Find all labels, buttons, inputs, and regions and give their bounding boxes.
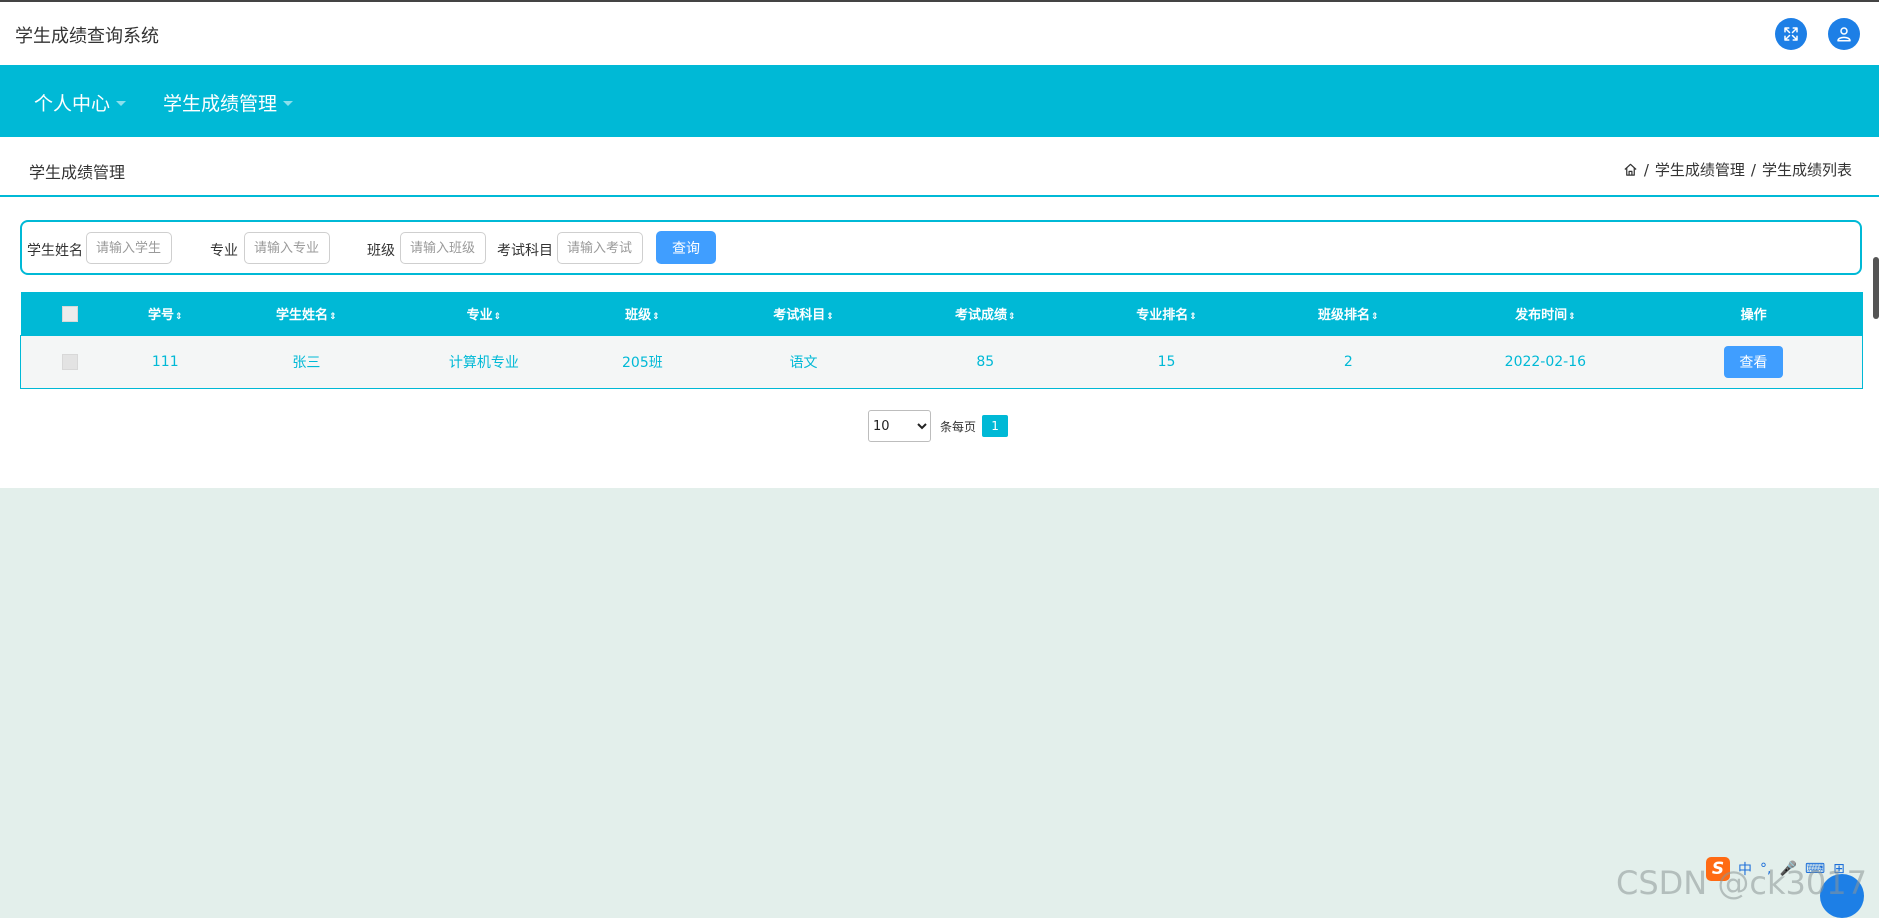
nav-item-score-management[interactable]: 学生成绩管理 [163,89,294,116]
sort-icon[interactable]: ⇕ [494,312,502,322]
table-row: 111 张三 计算机专业 205班 语文 85 15 2 2022-02-16 … [19,335,1863,389]
page-head: 学生成绩管理 / 学生成绩管理 / 学生成绩列表 [0,137,1879,197]
nav-item-label: 个人中心 [34,93,111,115]
column-header[interactable]: 专业排名⇕ [1082,292,1251,336]
view-button[interactable]: 查看 [1723,346,1783,378]
column-header[interactable]: 学号⇕ [119,292,211,336]
student-name-label: 学生姓名 [27,243,83,259]
row-select-cell [19,335,120,389]
main-navbar: 个人中心 学生成绩管理 [0,65,1879,137]
sort-icon[interactable]: ⇕ [1008,312,1016,322]
search-form: 学生姓名 专业 班级 考试科目 查询 [20,220,1862,275]
app-title: 学生成绩查询系统 [15,26,159,47]
column-header[interactable]: 班级⇕ [565,292,719,336]
breadcrumb-item-score-management[interactable]: 学生成绩管理 [1655,159,1745,180]
nav-item-label: 学生成绩管理 [163,93,278,115]
class-label: 班级 [367,243,395,259]
caret-down-icon [283,101,294,106]
cell-major: 计算机专业 [401,335,566,389]
cell-actions: 查看 [1644,335,1863,389]
column-header[interactable]: 班级排名⇕ [1250,292,1447,336]
student-name-input[interactable] [86,232,172,264]
page-title: 学生成绩管理 [29,163,126,182]
content-panel: 学生成绩管理 / 学生成绩管理 / 学生成绩列表 学生姓名 专业 班级 考试科目… [0,137,1879,488]
cell-score: 85 [888,335,1083,389]
table-header-row: 学号⇕ 学生姓名⇕ 专业⇕ 班级⇕ 考试科目⇕ 考试成绩⇕ 专业排名⇕ 班级排名… [20,292,1863,336]
expand-arrows-icon [1784,27,1798,41]
sort-icon[interactable]: ⇕ [1371,312,1379,322]
nav-item-personal-center[interactable]: 个人中心 [34,89,127,116]
row-checkbox[interactable] [62,354,79,370]
class-input[interactable] [400,232,486,264]
user-button[interactable] [1828,18,1860,50]
column-header[interactable]: 发布时间⇕ [1446,292,1645,336]
page-size-select[interactable]: 10 [868,410,931,442]
column-header[interactable]: 专业⇕ [401,292,566,336]
per-page-label: 条每页 [940,419,977,434]
select-all-cell [20,292,120,336]
column-header[interactable]: 考试成绩⇕ [888,292,1083,336]
pagination: 10 条每页 1 [868,410,1009,442]
cell-class-rank: 2 [1250,335,1447,389]
page-number-current[interactable]: 1 [982,415,1009,437]
cell-class: 205班 [565,335,719,389]
sort-icon[interactable]: ⇕ [826,312,834,322]
subject-label: 考试科目 [497,243,553,259]
top-header: 学生成绩查询系统 [0,0,1879,65]
query-button[interactable]: 查询 [656,231,716,264]
major-label: 专业 [210,243,238,259]
breadcrumb-separator: / [1750,160,1756,179]
sort-icon[interactable]: ⇕ [1189,312,1197,322]
sort-icon[interactable]: ⇕ [652,312,660,322]
sort-icon[interactable]: ⇕ [329,312,337,322]
breadcrumb-separator: / [1643,160,1649,179]
sort-icon[interactable]: ⇕ [1568,312,1576,322]
sort-icon[interactable]: ⇕ [175,312,183,322]
breadcrumb-item-score-list: 学生成绩列表 [1761,161,1852,179]
cell-major-rank: 15 [1082,335,1251,389]
cell-subject: 语文 [719,335,889,389]
subject-input[interactable] [557,232,643,264]
home-icon[interactable] [1623,162,1638,177]
select-all-checkbox[interactable] [62,305,79,322]
user-icon [1837,27,1851,42]
scrollbar-thumb[interactable] [1873,257,1879,319]
column-header[interactable]: 学生姓名⇕ [210,292,402,336]
major-input[interactable] [244,232,330,264]
fullscreen-button[interactable] [1775,18,1807,50]
cell-student-id: 111 [119,335,211,389]
breadcrumb: / 学生成绩管理 / 学生成绩列表 [1623,159,1852,180]
cell-name: 张三 [210,335,402,389]
score-table: 学号⇕ 学生姓名⇕ 专业⇕ 班级⇕ 考试科目⇕ 考试成绩⇕ 专业排名⇕ 班级排名… [19,292,1863,389]
watermark: CSDN @ck3017 [1616,864,1867,902]
column-header[interactable]: 考试科目⇕ [719,292,889,336]
caret-down-icon [116,101,127,106]
cell-publish-date: 2022-02-16 [1446,335,1645,389]
column-header-actions: 操作 [1644,292,1863,336]
